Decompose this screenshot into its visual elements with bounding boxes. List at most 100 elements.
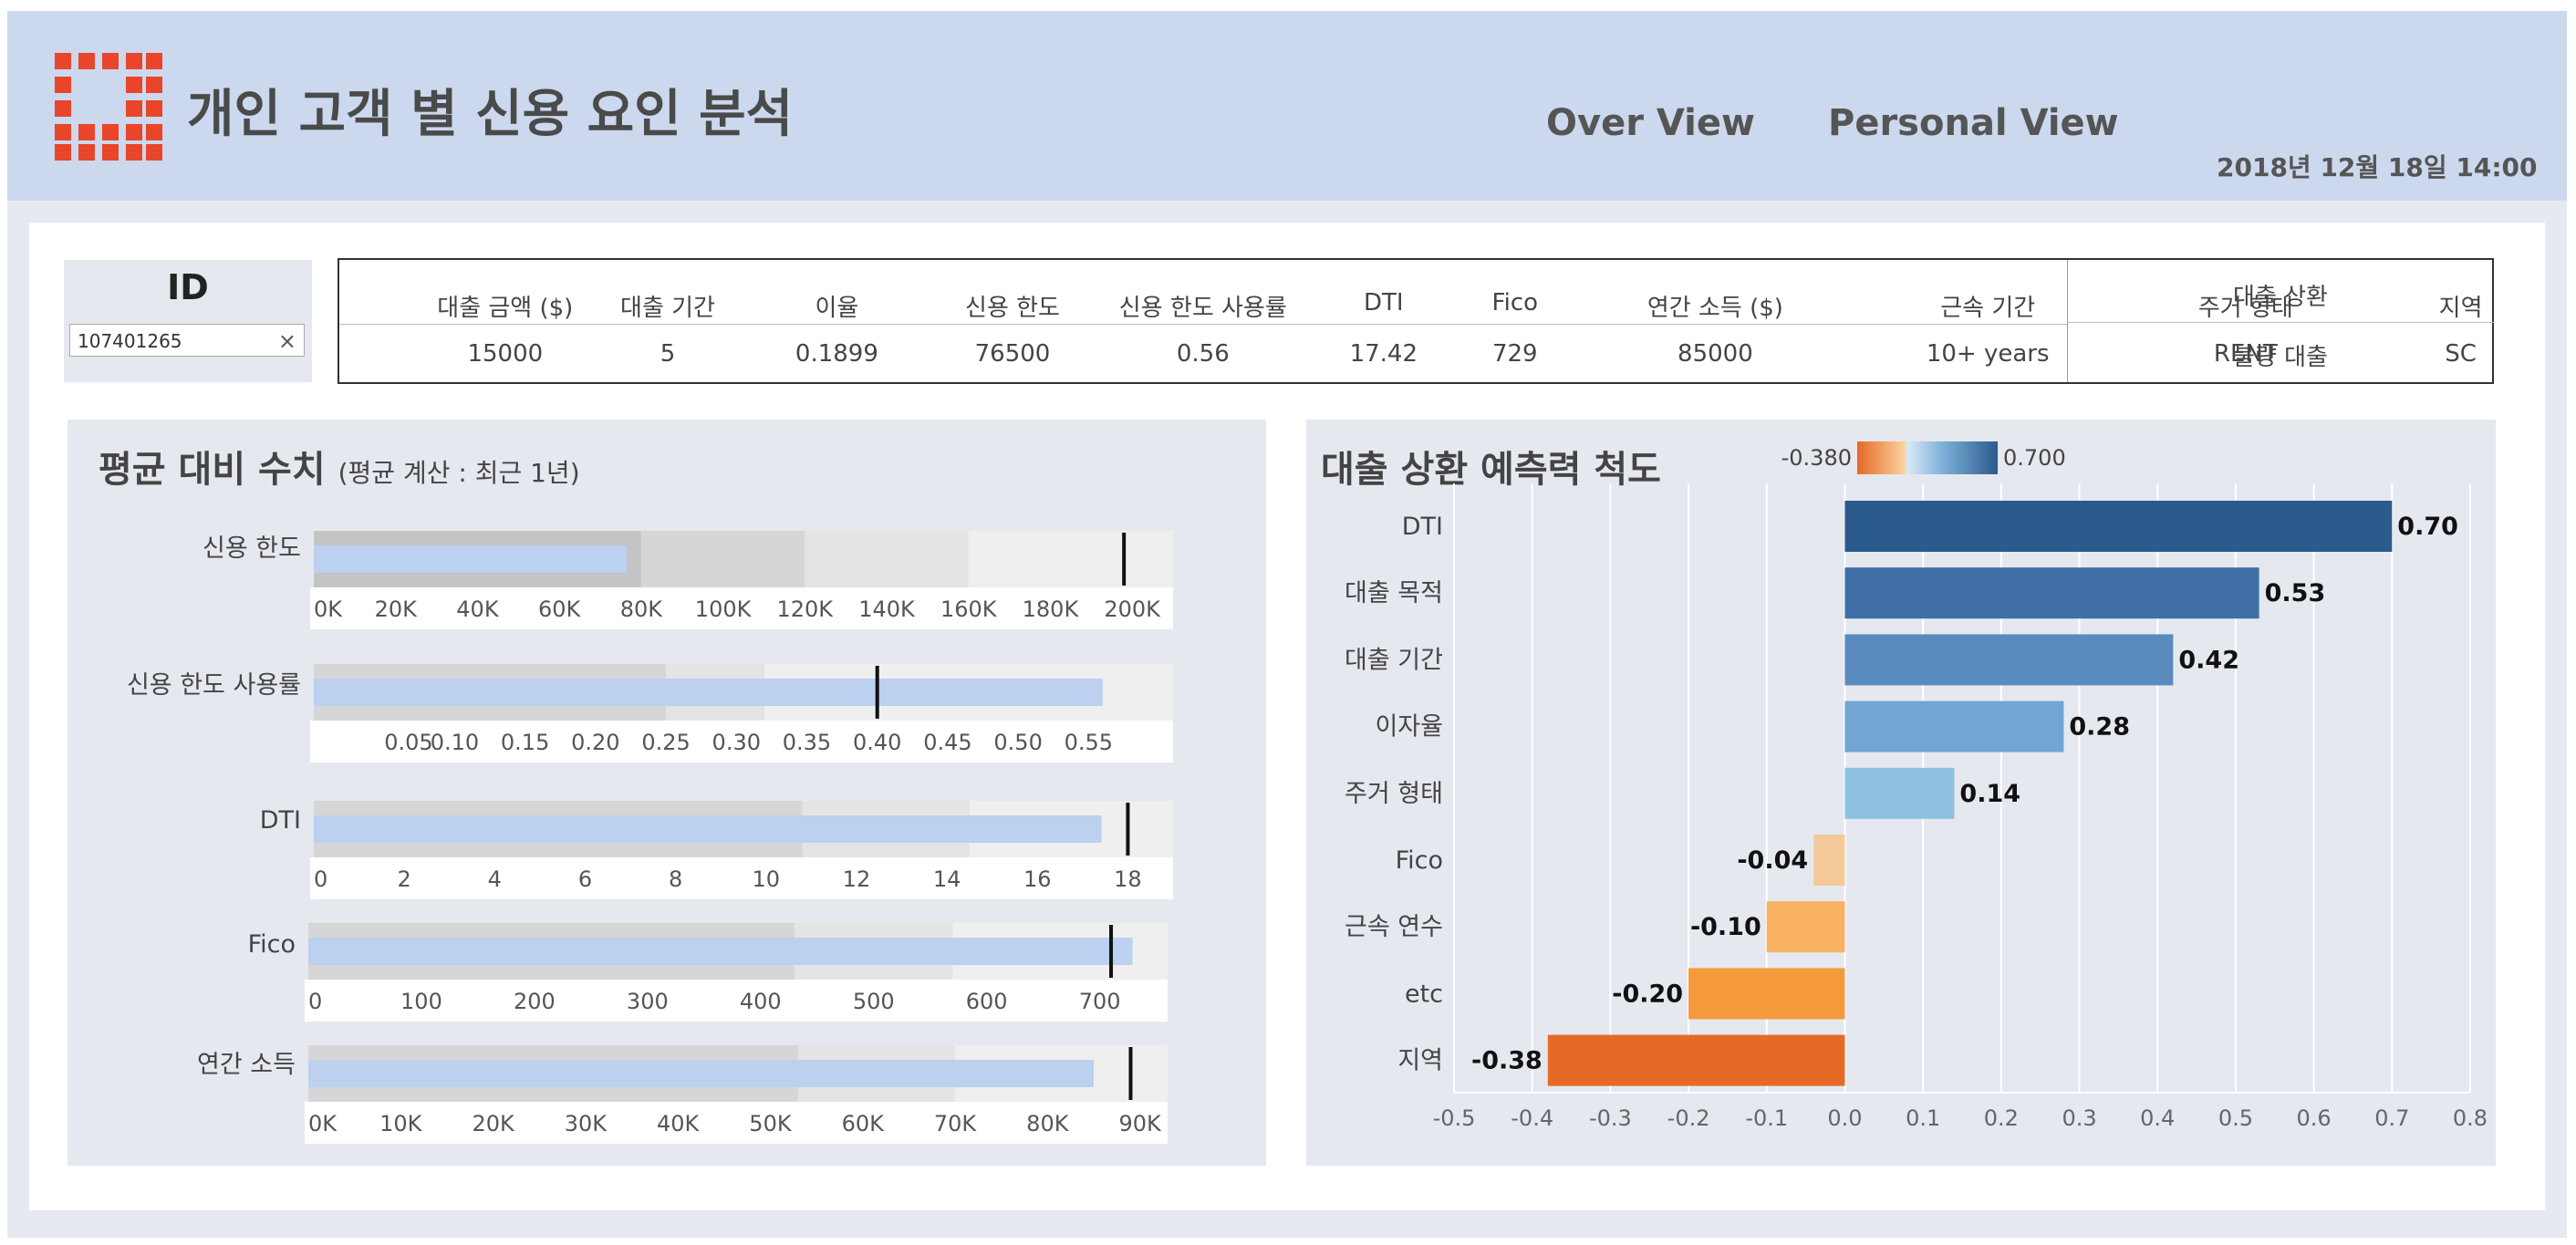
x-tick-label: 0.4 (2140, 1105, 2175, 1131)
info-column-header: Fico (1491, 289, 1539, 316)
logo-square (55, 124, 71, 140)
bullet-range (968, 531, 1173, 587)
x-tick-label: 0.0 (1827, 1105, 1862, 1131)
logo-square (102, 124, 119, 140)
bullet-tick-label: 2 (398, 866, 411, 892)
bar-category-label: Fico (1396, 846, 1443, 875)
bar-category-label: 근속 연수 (1345, 913, 1443, 941)
info-column-value: 85000 (1678, 340, 1753, 368)
id-filter-label: ID (167, 267, 209, 307)
bar-category-label: 이자율 (1375, 713, 1443, 742)
bullet-label: 연간 소득 (197, 1051, 296, 1079)
bullet-tick-label: 16 (1023, 866, 1052, 892)
bar (1688, 968, 1845, 1020)
info-column-value: 5 (660, 340, 676, 368)
bullet-value-bar (308, 1060, 1094, 1087)
info-column-value: 17.42 (1349, 340, 1418, 368)
info-column-divider (2067, 260, 2068, 382)
bullet-value-bar (314, 815, 1102, 843)
bullet-label: Fico (248, 930, 296, 959)
id-input[interactable]: 107401265 × (69, 324, 305, 357)
bullet-tick-label: 60K (842, 1111, 886, 1136)
bar (1813, 835, 1845, 886)
bullet-tick-label: 70K (934, 1111, 978, 1136)
legend-min-label: -0.380 (1781, 445, 1852, 471)
logo-square (126, 100, 142, 117)
bullet-tick-label: 10 (753, 866, 781, 892)
info-column-header: 주거 형태 (2197, 295, 2293, 322)
bullet-tick-label: 100K (695, 597, 753, 622)
bullet-value-bar (314, 679, 1103, 706)
x-tick-label: 0.5 (2218, 1105, 2253, 1131)
logo-square (102, 53, 119, 69)
x-tick-label: 0.2 (1984, 1105, 2019, 1131)
page-title: 개인 고객 별 신용 요인 분석 (187, 85, 794, 144)
bullet-tick-label: 140K (858, 597, 916, 622)
logo-square (126, 144, 142, 161)
info-column-value: 0.1899 (795, 340, 878, 368)
bullet-tick-label: 14 (933, 866, 961, 892)
bullet-tick-label: 120K (777, 597, 835, 622)
bar (1844, 767, 1955, 819)
bar-value-label: -0.10 (1690, 913, 1761, 941)
legend-max-label: 0.700 (2003, 445, 2066, 471)
info-column-header: 신용 한도 사용률 (1118, 295, 1287, 322)
bullet-tick-label: 10K (379, 1111, 423, 1136)
x-tick-label: 0.1 (1906, 1105, 1940, 1131)
logo-square (146, 144, 162, 161)
logo-square (146, 77, 162, 93)
bullet-range (805, 531, 969, 587)
logo-square (55, 53, 71, 69)
info-column-value: 729 (1491, 340, 1538, 368)
bar-value-label: -0.04 (1737, 846, 1808, 875)
customer-info-table: 대출 상환 불량 대출 대출 금액 ($) 15000 대출 기간 5 이율 0.1899… (338, 258, 2494, 384)
bar-category-label: etc (1405, 980, 1443, 1008)
repayment-predictive-panel: 대출 상환 예측력 척도 -0.380 0.700 DTI 0.70 대출 목적 0.53… (1306, 420, 2496, 1166)
x-tick-label: -0.4 (1511, 1105, 1553, 1131)
bullet-tick-label: 0.25 (641, 730, 690, 755)
bar-value-label: -0.38 (1471, 1047, 1542, 1075)
average-comparison-panel: 평균 대비 수치 (평균 계산 : 최근 1년) 신용 한도 0K 20K 40K 60… (68, 420, 1266, 1166)
bullet-tick-label: 0.05 (384, 730, 432, 755)
bar-category-label: 대출 기간 (1345, 646, 1443, 674)
bullet-tick-label: 80K (1026, 1111, 1070, 1136)
bullet-tick-label: 200 (514, 989, 556, 1014)
bullet-chart: 신용 한도0K 20K 40K 60K 80K 100K 120K 140K 160K 180K 2… (127, 531, 1173, 1144)
bar (1844, 700, 2064, 752)
logo-square (126, 77, 142, 93)
bullet-tick-label: 200K (1104, 597, 1161, 622)
info-row-divider (339, 324, 2067, 325)
logo-square (55, 144, 71, 161)
nav-personal-view-link[interactable]: Personal View (1828, 102, 2119, 144)
bar-value-label: 0.28 (2069, 713, 2130, 742)
bullet-tick-label: 50K (749, 1111, 793, 1136)
info-column-value: 10+ years (1926, 340, 2050, 368)
logo-square (146, 124, 162, 140)
bullet-tick-label: 40K (657, 1111, 701, 1136)
bullet-tick-label: 90K (1118, 1111, 1162, 1136)
nav-overview-link[interactable]: Over View (1546, 102, 1755, 144)
predictive-bar-chart: -0.380 0.700 DTI 0.70 대출 목적 0.53 대출 기간 0.42 이자율 0… (1345, 441, 2488, 1131)
bar-value-label: 0.70 (2397, 513, 2458, 541)
bullet-tick-label: 400 (740, 989, 782, 1014)
logo-square (126, 53, 142, 69)
bullet-tick-label: 40K (456, 597, 500, 622)
logo-square (78, 124, 95, 140)
bar (1844, 501, 2393, 552)
id-input-value: 107401265 (78, 330, 182, 352)
clear-icon[interactable]: × (278, 325, 296, 358)
bar-category-label: 지역 (1397, 1047, 1443, 1075)
bullet-tick-label: 0.15 (501, 730, 549, 755)
bullet-target-marker (875, 666, 879, 719)
logo-square (55, 77, 71, 93)
bullet-label: 신용 한도 (203, 534, 301, 563)
x-tick-label: 0.8 (2453, 1105, 2488, 1131)
logo-square (78, 144, 95, 161)
info-column-value: 0.56 (1176, 340, 1230, 368)
bullet-tick-label: 500 (853, 989, 895, 1014)
bullet-tick-label: 20K (472, 1111, 515, 1136)
bar-category-label: 대출 목적 (1345, 579, 1443, 607)
bullet-target-marker (1122, 533, 1127, 586)
bullet-tick-label: 300 (627, 989, 669, 1014)
x-tick-label: 0.7 (2374, 1105, 2409, 1131)
